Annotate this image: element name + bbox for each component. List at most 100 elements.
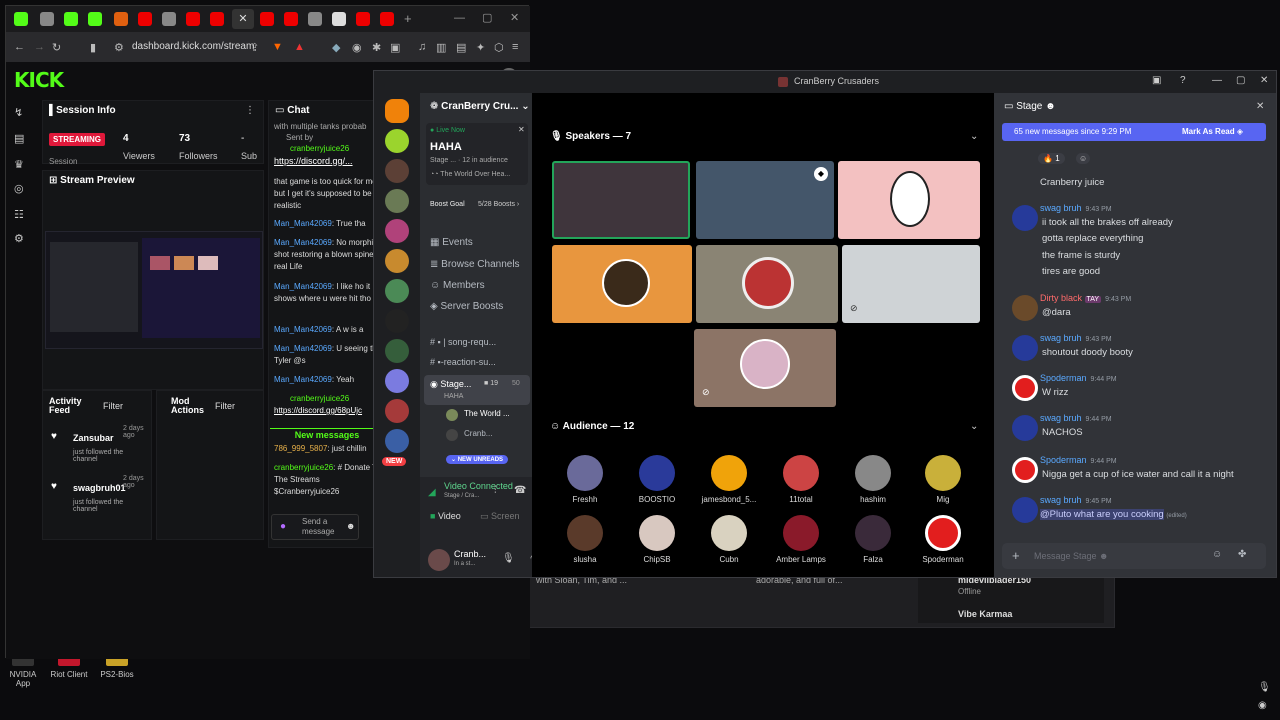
kick-logo[interactable]: KICK: [14, 68, 64, 92]
message-author[interactable]: swag bruh 9:44 PM: [1040, 413, 1112, 423]
video-button[interactable]: ■ Video: [430, 511, 461, 521]
speaker-tile[interactable]: ⊘: [694, 329, 836, 407]
avatar[interactable]: [1012, 205, 1038, 231]
server-icon[interactable]: [385, 399, 409, 423]
disconnect-icon[interactable]: ☎: [514, 485, 526, 496]
message-author[interactable]: Spoderman 9:44 PM: [1040, 455, 1117, 465]
server-icon[interactable]: [385, 339, 409, 363]
maximize-icon[interactable]: ▢: [482, 11, 492, 24]
settings-icon[interactable]: ⚙: [14, 232, 24, 245]
menu-server-boosts[interactable]: ◈ Server Boosts: [430, 301, 503, 312]
voice-connected[interactable]: Video Connected: [444, 481, 513, 491]
tab-app[interactable]: [114, 12, 128, 26]
speaker-tile[interactable]: [838, 161, 980, 239]
url-field[interactable]: dashboard.kick.com/stream: [132, 38, 282, 56]
avatar[interactable]: [1012, 457, 1038, 483]
server-icon[interactable]: [385, 99, 409, 123]
maximize-icon[interactable]: ▢: [1236, 75, 1245, 86]
tab-youtube[interactable]: [186, 12, 200, 26]
audience-member[interactable]: 11total: [766, 455, 836, 504]
trophy-icon[interactable]: ♛: [14, 158, 24, 171]
message-author[interactable]: swag bruh 9:43 PM: [1040, 333, 1112, 343]
avatar[interactable]: [1012, 375, 1038, 401]
close-icon[interactable]: ✕: [1260, 75, 1268, 86]
new-unreads-pill[interactable]: ⌄ NEW UNREADS: [446, 455, 509, 464]
menu-events[interactable]: ▦ Events: [430, 237, 473, 248]
extension-icon[interactable]: ◆: [332, 41, 340, 54]
speaker-tile[interactable]: [552, 245, 692, 323]
new-tab-icon[interactable]: +: [404, 11, 412, 26]
tab-kick[interactable]: [88, 12, 102, 26]
audience-member[interactable]: Spoderman: [908, 515, 978, 564]
server-icon[interactable]: [385, 369, 409, 393]
close-icon[interactable]: ✕: [518, 125, 525, 134]
desktop-icon-riot[interactable]: Riot Client: [48, 656, 90, 679]
tab-youtube[interactable]: [260, 12, 274, 26]
mod-filter-button[interactable]: Filter: [215, 401, 235, 411]
speaker-tile[interactable]: ⊘: [842, 245, 980, 323]
warning-icon[interactable]: ▲: [294, 41, 305, 53]
menu-browse-channels[interactable]: ≣ Browse Channels: [430, 259, 520, 270]
server-icon[interactable]: [385, 219, 409, 243]
screen-button[interactable]: ▭ Screen: [480, 511, 520, 522]
add-attachment-icon[interactable]: +: [1012, 548, 1020, 563]
tab-chrome[interactable]: [308, 12, 322, 26]
audience-member[interactable]: Falza: [838, 515, 908, 564]
audience-member[interactable]: BOOSTIO: [622, 455, 692, 504]
mark-as-read-button[interactable]: Mark As Read ◈: [1182, 127, 1243, 136]
avatar[interactable]: [1012, 415, 1038, 441]
minimize-icon[interactable]: —: [454, 12, 465, 24]
boost-count[interactable]: 5/28 Boosts ›: [478, 201, 519, 208]
tab-chrome[interactable]: [40, 12, 54, 26]
server-icon[interactable]: [385, 189, 409, 213]
message-author[interactable]: swag bruh 9:45 PM: [1040, 495, 1112, 505]
channel-reaction[interactable]: # ▪-reaction-su...: [430, 357, 496, 367]
screenshot-icon[interactable]: ▣: [390, 41, 400, 54]
emoji-icon[interactable]: ☺: [1212, 549, 1222, 560]
media-icon[interactable]: ♫: [418, 41, 426, 53]
reaction[interactable]: 🔥 1: [1038, 153, 1065, 164]
more-icon[interactable]: ⋮: [245, 105, 255, 116]
new-messages-bar[interactable]: 65 new messages since 9:29 PM Mark As Re…: [1002, 123, 1266, 141]
site-info-icon[interactable]: ⚙: [114, 41, 124, 54]
chat-input[interactable]: ● Send a message ☻: [271, 514, 359, 540]
channel-stage[interactable]: ◉ Stage... ■ 19 50 HAHA: [424, 375, 530, 405]
inbox-icon[interactable]: ▣: [1152, 75, 1161, 86]
boost-goal-label[interactable]: Boost Goal: [430, 201, 465, 208]
microphone-icon[interactable]: 🎙: [502, 553, 515, 564]
speaker-tile[interactable]: ◆: [696, 161, 834, 239]
settings-icon[interactable]: ◉: [1258, 700, 1267, 711]
apps-icon[interactable]: ✤: [1238, 549, 1246, 560]
server-icon[interactable]: [385, 159, 409, 183]
active-tab-close-icon[interactable]: ✕: [232, 9, 254, 29]
audience-member[interactable]: hashim: [838, 455, 908, 504]
server-icon[interactable]: [385, 309, 409, 333]
tab-youtube[interactable]: [210, 12, 224, 26]
tab-youtube[interactable]: [284, 12, 298, 26]
back-icon[interactable]: ←: [14, 41, 25, 53]
avatar[interactable]: [1012, 295, 1038, 321]
live-now-card[interactable]: ● Live Now ✕ HAHA Stage ... · 12 in audi…: [426, 123, 528, 185]
close-icon[interactable]: ✕: [1256, 101, 1264, 112]
avatar[interactable]: [1012, 335, 1038, 361]
dashboard-icon[interactable]: ▤: [14, 132, 24, 145]
shield-icon[interactable]: ⬡: [494, 41, 504, 54]
stream-preview-video[interactable]: [45, 231, 263, 349]
reading-list-icon[interactable]: ▥: [436, 41, 446, 54]
speaker-tile[interactable]: [696, 245, 838, 323]
emoji-icon[interactable]: ☻: [346, 521, 355, 531]
users-icon[interactable]: ☷: [14, 208, 24, 221]
tab-kick[interactable]: [14, 12, 28, 26]
avatar[interactable]: [1012, 497, 1038, 523]
audience-member[interactable]: Mig: [908, 455, 978, 504]
target-icon[interactable]: ◎: [14, 182, 24, 195]
forward-icon[interactable]: →: [34, 41, 45, 53]
audience-member[interactable]: Cubn: [694, 515, 764, 564]
help-icon[interactable]: ?: [1180, 75, 1186, 86]
message-author[interactable]: Dirty black TAY 9:43 PM: [1040, 293, 1131, 303]
stage-member[interactable]: The World ...: [464, 409, 510, 418]
chat-link[interactable]: https://discord.gg/...: [274, 155, 384, 167]
extension-icon[interactable]: ◉: [352, 41, 362, 54]
server-icon[interactable]: [385, 279, 409, 303]
sidebar-icon[interactable]: ▤: [456, 41, 466, 54]
